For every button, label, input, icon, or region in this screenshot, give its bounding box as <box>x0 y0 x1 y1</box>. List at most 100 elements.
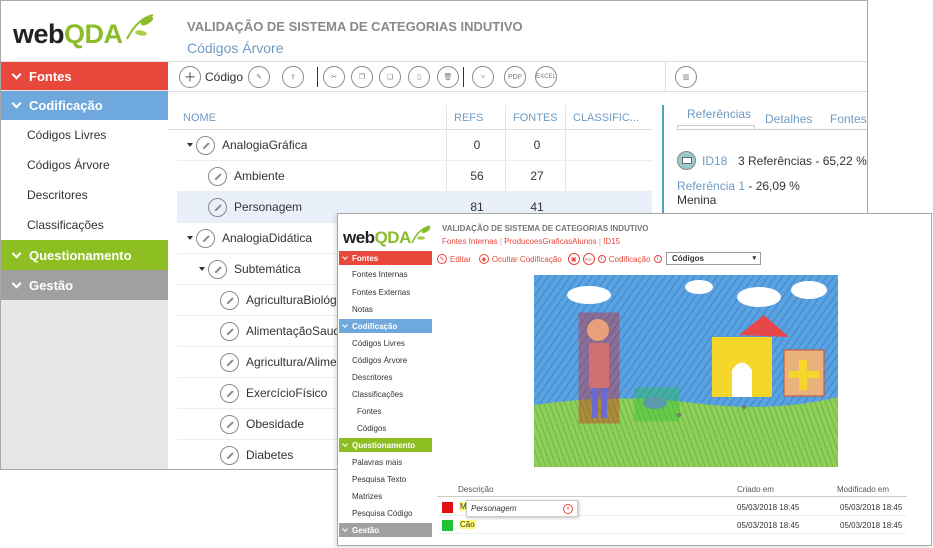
excel-export-button[interactable]: EXCEL <box>535 66 557 88</box>
sidebar-section-codificacao[interactable]: Codificação <box>1 91 168 120</box>
paste-icon[interactable]: ❏ <box>379 66 401 88</box>
upload-icon[interactable]: ⇪ <box>282 66 304 88</box>
sidebar-section-gestao[interactable]: Gestão <box>1 270 168 300</box>
breadcrumb-item[interactable]: ID15 <box>603 237 620 246</box>
sidebar-item-classificacoes[interactable]: Classificações <box>1 210 168 240</box>
code-node-icon <box>220 322 239 341</box>
sidebar-item-fontes-externas[interactable]: Fontes Externas <box>352 288 445 297</box>
codes-select[interactable]: Códigos ▾ <box>666 252 761 265</box>
sidebar-section-codificacao[interactable]: Codificação <box>339 319 432 333</box>
copy-icon[interactable]: ❐ <box>351 66 373 88</box>
sidebar-section-fontes[interactable]: Fontes <box>1 62 168 90</box>
sidebar-item-codigos-arvore[interactable]: Códigos Árvore <box>352 356 445 365</box>
sidebar-section-fontes[interactable]: Fontes <box>339 251 432 265</box>
image-icon[interactable]: ▣ <box>567 253 580 265</box>
expand-triangle-icon[interactable] <box>199 267 205 271</box>
sidebar-item-classificacoes[interactable]: Classificações <box>352 390 445 399</box>
remove-code-icon[interactable]: ✕ <box>563 504 573 514</box>
child-drawing-image[interactable] <box>534 275 838 467</box>
sidebar-subitem-fontes[interactable]: Fontes <box>357 407 450 416</box>
code-node-icon <box>220 384 239 403</box>
section-label: Gestão <box>352 525 380 535</box>
tab-detalhes[interactable]: Detalhes <box>765 112 812 126</box>
expand-triangle-icon[interactable] <box>187 143 193 147</box>
sidebar-item-fontes-internas[interactable]: Fontes Internas <box>352 270 445 279</box>
panel-toolbar-divider <box>665 61 666 91</box>
logo-accent: QDA <box>64 19 123 49</box>
code-tooltip[interactable]: Personagem ✕ <box>466 500 578 517</box>
row-modified: 05/03/2018 18:45 <box>840 503 903 512</box>
edit-button[interactable]: Editar <box>450 255 471 264</box>
toolbar-divider <box>463 67 464 87</box>
cut-icon[interactable]: ✂ <box>323 66 345 88</box>
sidebar-subitem-codigos[interactable]: Códigos <box>357 424 450 433</box>
chevron-down-icon <box>342 254 348 260</box>
row-modified: 05/03/2018 18:45 <box>840 521 903 530</box>
node-refs: 0 <box>473 138 481 152</box>
cloud <box>791 281 827 299</box>
pdf-button[interactable]: PDF <box>582 253 595 265</box>
source-id-link[interactable]: ID18 <box>702 154 727 168</box>
breadcrumb-item[interactable]: Fontes Internas <box>442 237 498 246</box>
col-header-modificado[interactable]: Modificado em <box>837 485 889 494</box>
page-title: VALIDAÇÃO DE SISTEMA DE CATEGORIAS INDUT… <box>187 19 523 34</box>
document-icon[interactable]: ▯ <box>408 66 430 88</box>
reference-line: Referência 1 - 26,09 % <box>677 179 800 193</box>
sidebar-item-pesquisa-codigo[interactable]: Pesquisa Código <box>352 509 445 518</box>
sidebar-item-descritores[interactable]: Descritores <box>352 373 445 382</box>
row-description: Cão <box>459 520 476 529</box>
tree-icon[interactable]: ⑂ <box>472 66 494 88</box>
code-node-icon <box>220 446 239 465</box>
section-label: Codificação <box>352 321 398 331</box>
hide-coding-button[interactable]: Ocultar Codificação <box>492 255 562 264</box>
leaf-icon <box>126 14 154 40</box>
tab-strip-line <box>677 129 867 130</box>
node-fontes: 0 <box>533 138 541 152</box>
sidebar-item-codigos-livres[interactable]: Códigos Livres <box>1 120 168 150</box>
node-name: Diabetes <box>246 448 294 462</box>
chevron-down-icon: ▾ <box>752 255 756 262</box>
tree-row[interactable]: AnalogiaGráfica 0 0 <box>177 130 652 161</box>
breadcrumb-item[interactable]: ProducoesGraficasAlunos <box>504 237 597 246</box>
sidebar-item-label: Classificações <box>27 218 104 232</box>
barcode-icon[interactable]: ▥ <box>675 66 697 88</box>
node-name: AnalogiaGráfica <box>222 138 308 152</box>
col-header-criado[interactable]: Criado em <box>737 485 774 494</box>
tab-fontes[interactable]: Fontes <box>830 112 867 126</box>
expand-triangle-icon[interactable] <box>187 236 193 240</box>
code-node-icon <box>220 291 239 310</box>
col-header-classific[interactable]: CLASSIFIC... <box>573 112 639 124</box>
sidebar-section-questionamento[interactable]: Questionamento <box>339 438 432 452</box>
sidebar-item-codigos-arvore[interactable]: Códigos Árvore <box>1 150 168 180</box>
pdf-export-button[interactable]: PDF <box>504 66 526 88</box>
col-header-descricao[interactable]: Descrição <box>458 485 494 494</box>
add-code-button[interactable]: + Código <box>179 66 243 88</box>
sidebar-item-pesquisa-texto[interactable]: Pesquisa Texto <box>352 475 445 484</box>
sidebar-item-matrizes[interactable]: Matrizes <box>352 492 445 501</box>
sidebar-item-palavras-mais[interactable]: Palavras mais <box>352 458 445 467</box>
breadcrumb: Fontes Internas | ProducoesGraficasAluno… <box>442 237 620 246</box>
edit-icon[interactable]: ✎ <box>248 66 270 88</box>
sidebar-item-descritores[interactable]: Descritores <box>1 180 168 210</box>
node-fontes: 27 <box>530 169 544 183</box>
col-header-fontes[interactable]: FONTES <box>513 112 558 124</box>
code-node-icon <box>220 353 239 372</box>
sidebar-item-codigos-livres[interactable]: Códigos Livres <box>352 339 445 348</box>
sidebar-item-notas[interactable]: Notas <box>352 305 445 314</box>
sidebar-section-questionamento[interactable]: Questionamento <box>1 240 168 270</box>
edit-icon[interactable]: ✎ <box>437 254 447 264</box>
hide-coding-icon[interactable]: ◉ <box>478 254 489 264</box>
tab-referencias[interactable]: Referências <box>687 107 751 121</box>
sidebar-section-gestao[interactable]: Gestão <box>339 523 432 537</box>
col-header-refs[interactable]: REFS <box>454 112 483 124</box>
table-row[interactable]: Cão 05/03/2018 18:45 05/03/2018 18:45 <box>437 516 907 534</box>
toolbar-bottom-border <box>168 91 867 92</box>
stone <box>677 413 681 417</box>
col-header-name[interactable]: NOME <box>183 112 216 124</box>
delete-icon[interactable]: 🗑 <box>437 66 459 88</box>
page-subtitle: Códigos Árvore <box>187 40 284 56</box>
panel-left-border <box>662 105 664 225</box>
tree-row[interactable]: Ambiente 56 27 <box>177 161 652 192</box>
code-node-icon <box>208 260 227 279</box>
reference-link[interactable]: Referência 1 <box>677 179 745 193</box>
